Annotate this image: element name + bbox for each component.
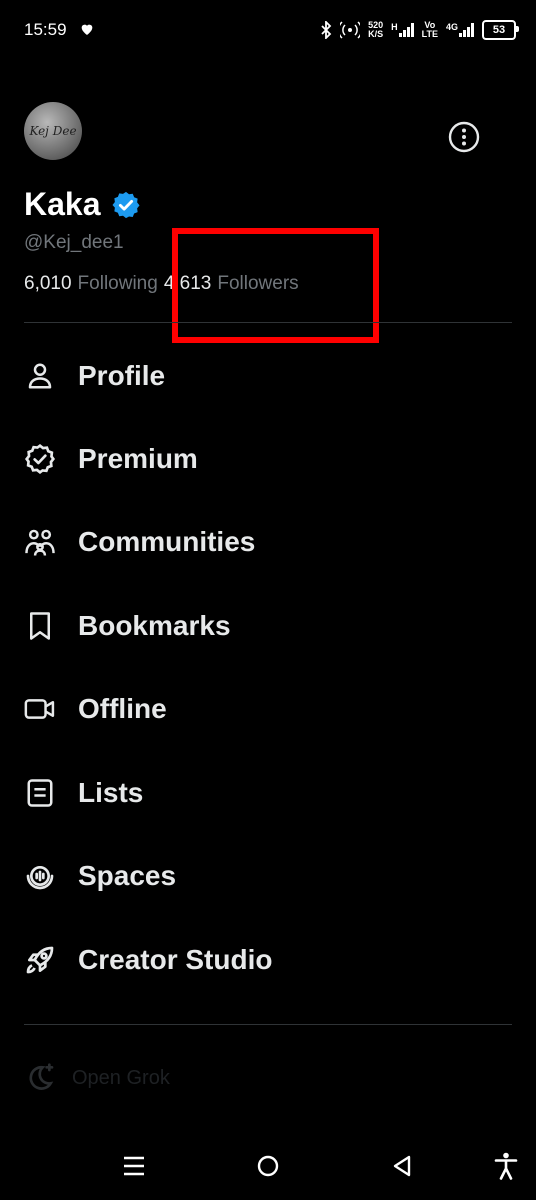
open-grok-item[interactable]: Open Grok (24, 1062, 170, 1094)
following-label: Following (77, 273, 158, 294)
menu-label: Spaces (78, 860, 177, 891)
open-grok-label: Open Grok (72, 1066, 170, 1089)
divider (24, 1024, 512, 1025)
home-circle-icon (257, 1155, 279, 1177)
more-vertical-icon (448, 121, 480, 153)
avatar[interactable]: Kej Dee (24, 102, 82, 160)
premium-badge-icon (24, 443, 56, 475)
rocket-icon (24, 944, 56, 976)
accessibility-icon (494, 1152, 518, 1180)
menu-label: Lists (78, 777, 144, 808)
menu-item-profile[interactable]: Profile (24, 356, 165, 396)
menu-item-bookmarks[interactable]: Bookmarks (24, 606, 231, 646)
handle: @Kej_dee1 (24, 232, 124, 253)
following-link[interactable]: 6,010 Following (24, 273, 158, 295)
menu-label: Offline (78, 693, 167, 724)
status-time: 15:59 (24, 20, 67, 39)
back-button[interactable] (386, 1150, 418, 1182)
display-name: Kaka (24, 186, 101, 222)
bookmark-icon (24, 610, 56, 642)
system-nav-bar (0, 1130, 536, 1200)
back-triangle-icon (393, 1155, 411, 1177)
menu-label: Premium (78, 443, 198, 474)
menu-label: Profile (78, 360, 166, 391)
hotspot-icon (340, 21, 361, 39)
menu-label: Communities (78, 526, 256, 557)
menu-item-creator-studio[interactable]: Creator Studio (24, 940, 272, 980)
avatar-logo: Kej Dee (29, 124, 77, 138)
bluetooth-icon (321, 21, 332, 39)
divider (24, 322, 512, 323)
person-icon (24, 360, 56, 392)
home-button[interactable] (252, 1150, 284, 1182)
moon-sparkle-icon (29, 1063, 54, 1090)
signal-h: H (391, 23, 414, 37)
accessibility-button[interactable] (490, 1150, 522, 1182)
signal-4g: 4G (446, 23, 474, 37)
verified-badge-icon (112, 191, 139, 218)
following-count: 6,010 (24, 273, 72, 294)
menu-item-offline[interactable]: Offline (24, 689, 167, 729)
video-icon (24, 693, 56, 725)
menu-item-spaces[interactable]: Spaces (24, 856, 176, 896)
menu-lines-icon (124, 1156, 144, 1176)
spaces-icon (24, 860, 56, 892)
heart-icon (81, 24, 93, 35)
name-row: Kaka (24, 186, 141, 223)
menu-item-communities[interactable]: Communities (24, 522, 255, 562)
menu-label: Creator Studio (78, 944, 273, 975)
communities-icon (24, 526, 56, 558)
signal-bars-icon (459, 23, 474, 37)
signal-bars-icon (398, 23, 414, 37)
menu-item-lists[interactable]: Lists (24, 773, 143, 813)
recent-apps-button[interactable] (118, 1150, 150, 1182)
volte-indicator: Vo LTE (421, 20, 438, 39)
followers-highlight-box (172, 228, 379, 343)
battery-icon: 53 (482, 20, 519, 40)
lists-icon (24, 777, 56, 809)
more-options-button[interactable] (448, 121, 480, 153)
menu-label: Bookmarks (78, 610, 231, 641)
menu-item-premium[interactable]: Premium (24, 439, 198, 479)
status-bar: 15:59 520 K/S H Vo LTE 4G 53 (0, 0, 536, 60)
net-speed: 520 K/S (368, 20, 384, 39)
status-icons: 520 K/S H Vo LTE 4G 53 (320, 16, 519, 44)
